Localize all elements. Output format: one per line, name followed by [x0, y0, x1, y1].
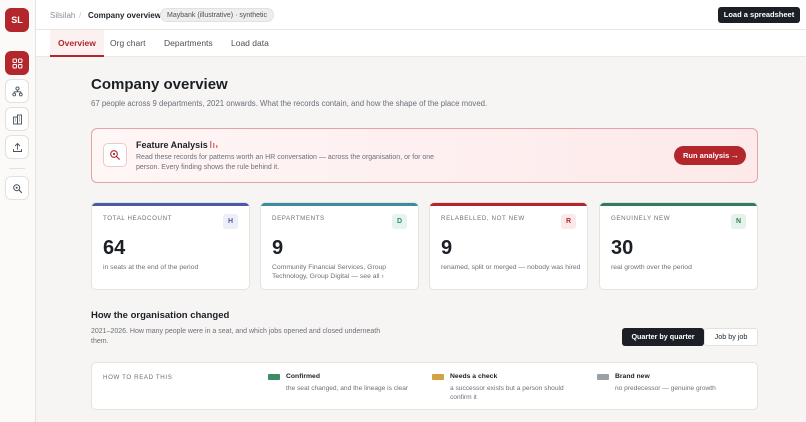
- stat-card-departments[interactable]: DEPARTMENTS D 9 Community Financial Serv…: [260, 202, 419, 290]
- side-rail: SL: [0, 0, 36, 422]
- feature-title: Feature Analysis: [136, 140, 208, 150]
- dataset-badge: Maybank (illustrative) · synthetic: [160, 8, 274, 22]
- tab-org-chart[interactable]: Org chart: [110, 30, 145, 57]
- breadcrumb-separator: /: [79, 11, 82, 20]
- legend-swatch: [597, 374, 609, 380]
- search-icon: [12, 183, 22, 193]
- legend-panel: HOW TO READ THIS Confirmed the seat chan…: [91, 362, 758, 410]
- rail-overview-button[interactable]: [5, 51, 29, 75]
- stat-description: in seats at the end of the period: [103, 264, 199, 271]
- tab-departments[interactable]: Departments: [164, 30, 213, 57]
- section-title: How the organisation changed: [91, 310, 230, 321]
- stat-label: DEPARTMENTS: [272, 215, 325, 222]
- search-icon: [110, 150, 121, 161]
- top-bar: Silsilah / Company overview Maybank (ill…: [36, 0, 806, 30]
- upload-icon: [12, 142, 22, 152]
- stat-value: 30: [611, 237, 634, 259]
- tab-bar: Overview Org chart Departments Load data: [36, 30, 806, 57]
- run-analysis-button[interactable]: Run analysis →: [674, 146, 746, 165]
- stat-accent-bar: [92, 203, 249, 206]
- feature-icon-box: [103, 143, 127, 167]
- stat-value: 9: [272, 237, 284, 259]
- departments-icon: [12, 114, 22, 124]
- legend-name: Confirmed: [286, 373, 320, 380]
- stat-accent-bar: [261, 203, 418, 206]
- overview-grid-icon: [12, 58, 22, 68]
- stat-value: 9: [441, 237, 453, 259]
- job-by-job-toggle[interactable]: Job by job: [704, 328, 758, 346]
- stat-description: renamed, split or merged — nobody was hi…: [441, 264, 581, 271]
- tab-load-data[interactable]: Load data: [231, 30, 269, 57]
- stat-description[interactable]: Community Financial Services, Group Tech…: [272, 263, 412, 281]
- stat-card-headcount: TOTAL HEADCOUNT H 64 in seats at the end…: [91, 202, 250, 290]
- rail-departments-button[interactable]: [5, 107, 29, 131]
- breadcrumb-current: Company overview: [88, 11, 161, 20]
- quarter-by-quarter-toggle[interactable]: Quarter by quarter: [622, 328, 704, 346]
- rail-org-chart-button[interactable]: [5, 79, 29, 103]
- legend-description: no predecessor — genuine growth: [615, 385, 716, 392]
- stat-chip: R: [561, 214, 576, 229]
- stat-description: real growth over the period: [611, 264, 692, 271]
- legend-name: Brand new: [615, 373, 650, 380]
- stat-chip: H: [223, 214, 238, 229]
- section-subtitle: 2021–2026. How many people were in a sea…: [91, 328, 381, 345]
- page-subtitle: 67 people across 9 departments, 2021 onw…: [91, 99, 488, 108]
- stat-accent-bar: [600, 203, 757, 206]
- stat-label: GENUINELY NEW: [611, 215, 671, 222]
- app-logo[interactable]: SL: [5, 8, 29, 32]
- legend-description: the seat changed, and the lineage is cle…: [286, 385, 409, 392]
- load-spreadsheet-button[interactable]: Load a spreadsheet: [718, 7, 800, 23]
- legend-heading: HOW TO READ THIS: [103, 374, 173, 381]
- rail-load-data-button[interactable]: [5, 135, 29, 159]
- feature-analysis-card: Feature Analysis Read these records for …: [91, 128, 758, 183]
- stat-accent-bar: [430, 203, 587, 206]
- legend-name: Needs a check: [450, 373, 498, 380]
- breadcrumb-root[interactable]: Silsilah: [50, 11, 75, 20]
- stat-chip: D: [392, 214, 407, 229]
- stat-label: TOTAL HEADCOUNT: [103, 215, 173, 222]
- stat-label: RELABELLED, NOT NEW: [441, 215, 525, 222]
- page-title: Company overview: [91, 76, 228, 93]
- arrow-right-icon: →: [730, 150, 739, 160]
- org-chart-icon: [11, 85, 23, 96]
- legend-swatch: [432, 374, 444, 380]
- stat-chip: N: [731, 214, 746, 229]
- rail-analysis-button[interactable]: [5, 176, 29, 200]
- legend-swatch: [268, 374, 280, 380]
- legend-description: a successor exists but a person should c…: [450, 385, 564, 401]
- rail-divider: [9, 168, 25, 169]
- feature-description: Read these records for patterns worth an…: [136, 154, 435, 171]
- bar-chart-icon: [210, 141, 218, 148]
- tab-overview[interactable]: Overview: [50, 30, 104, 57]
- run-analysis-label: Run analysis: [683, 151, 730, 160]
- stat-card-new: GENUINELY NEW N 30 real growth over the …: [599, 202, 758, 290]
- stat-card-relabelled: RELABELLED, NOT NEW R 9 renamed, split o…: [429, 202, 588, 290]
- stat-value: 64: [103, 237, 126, 259]
